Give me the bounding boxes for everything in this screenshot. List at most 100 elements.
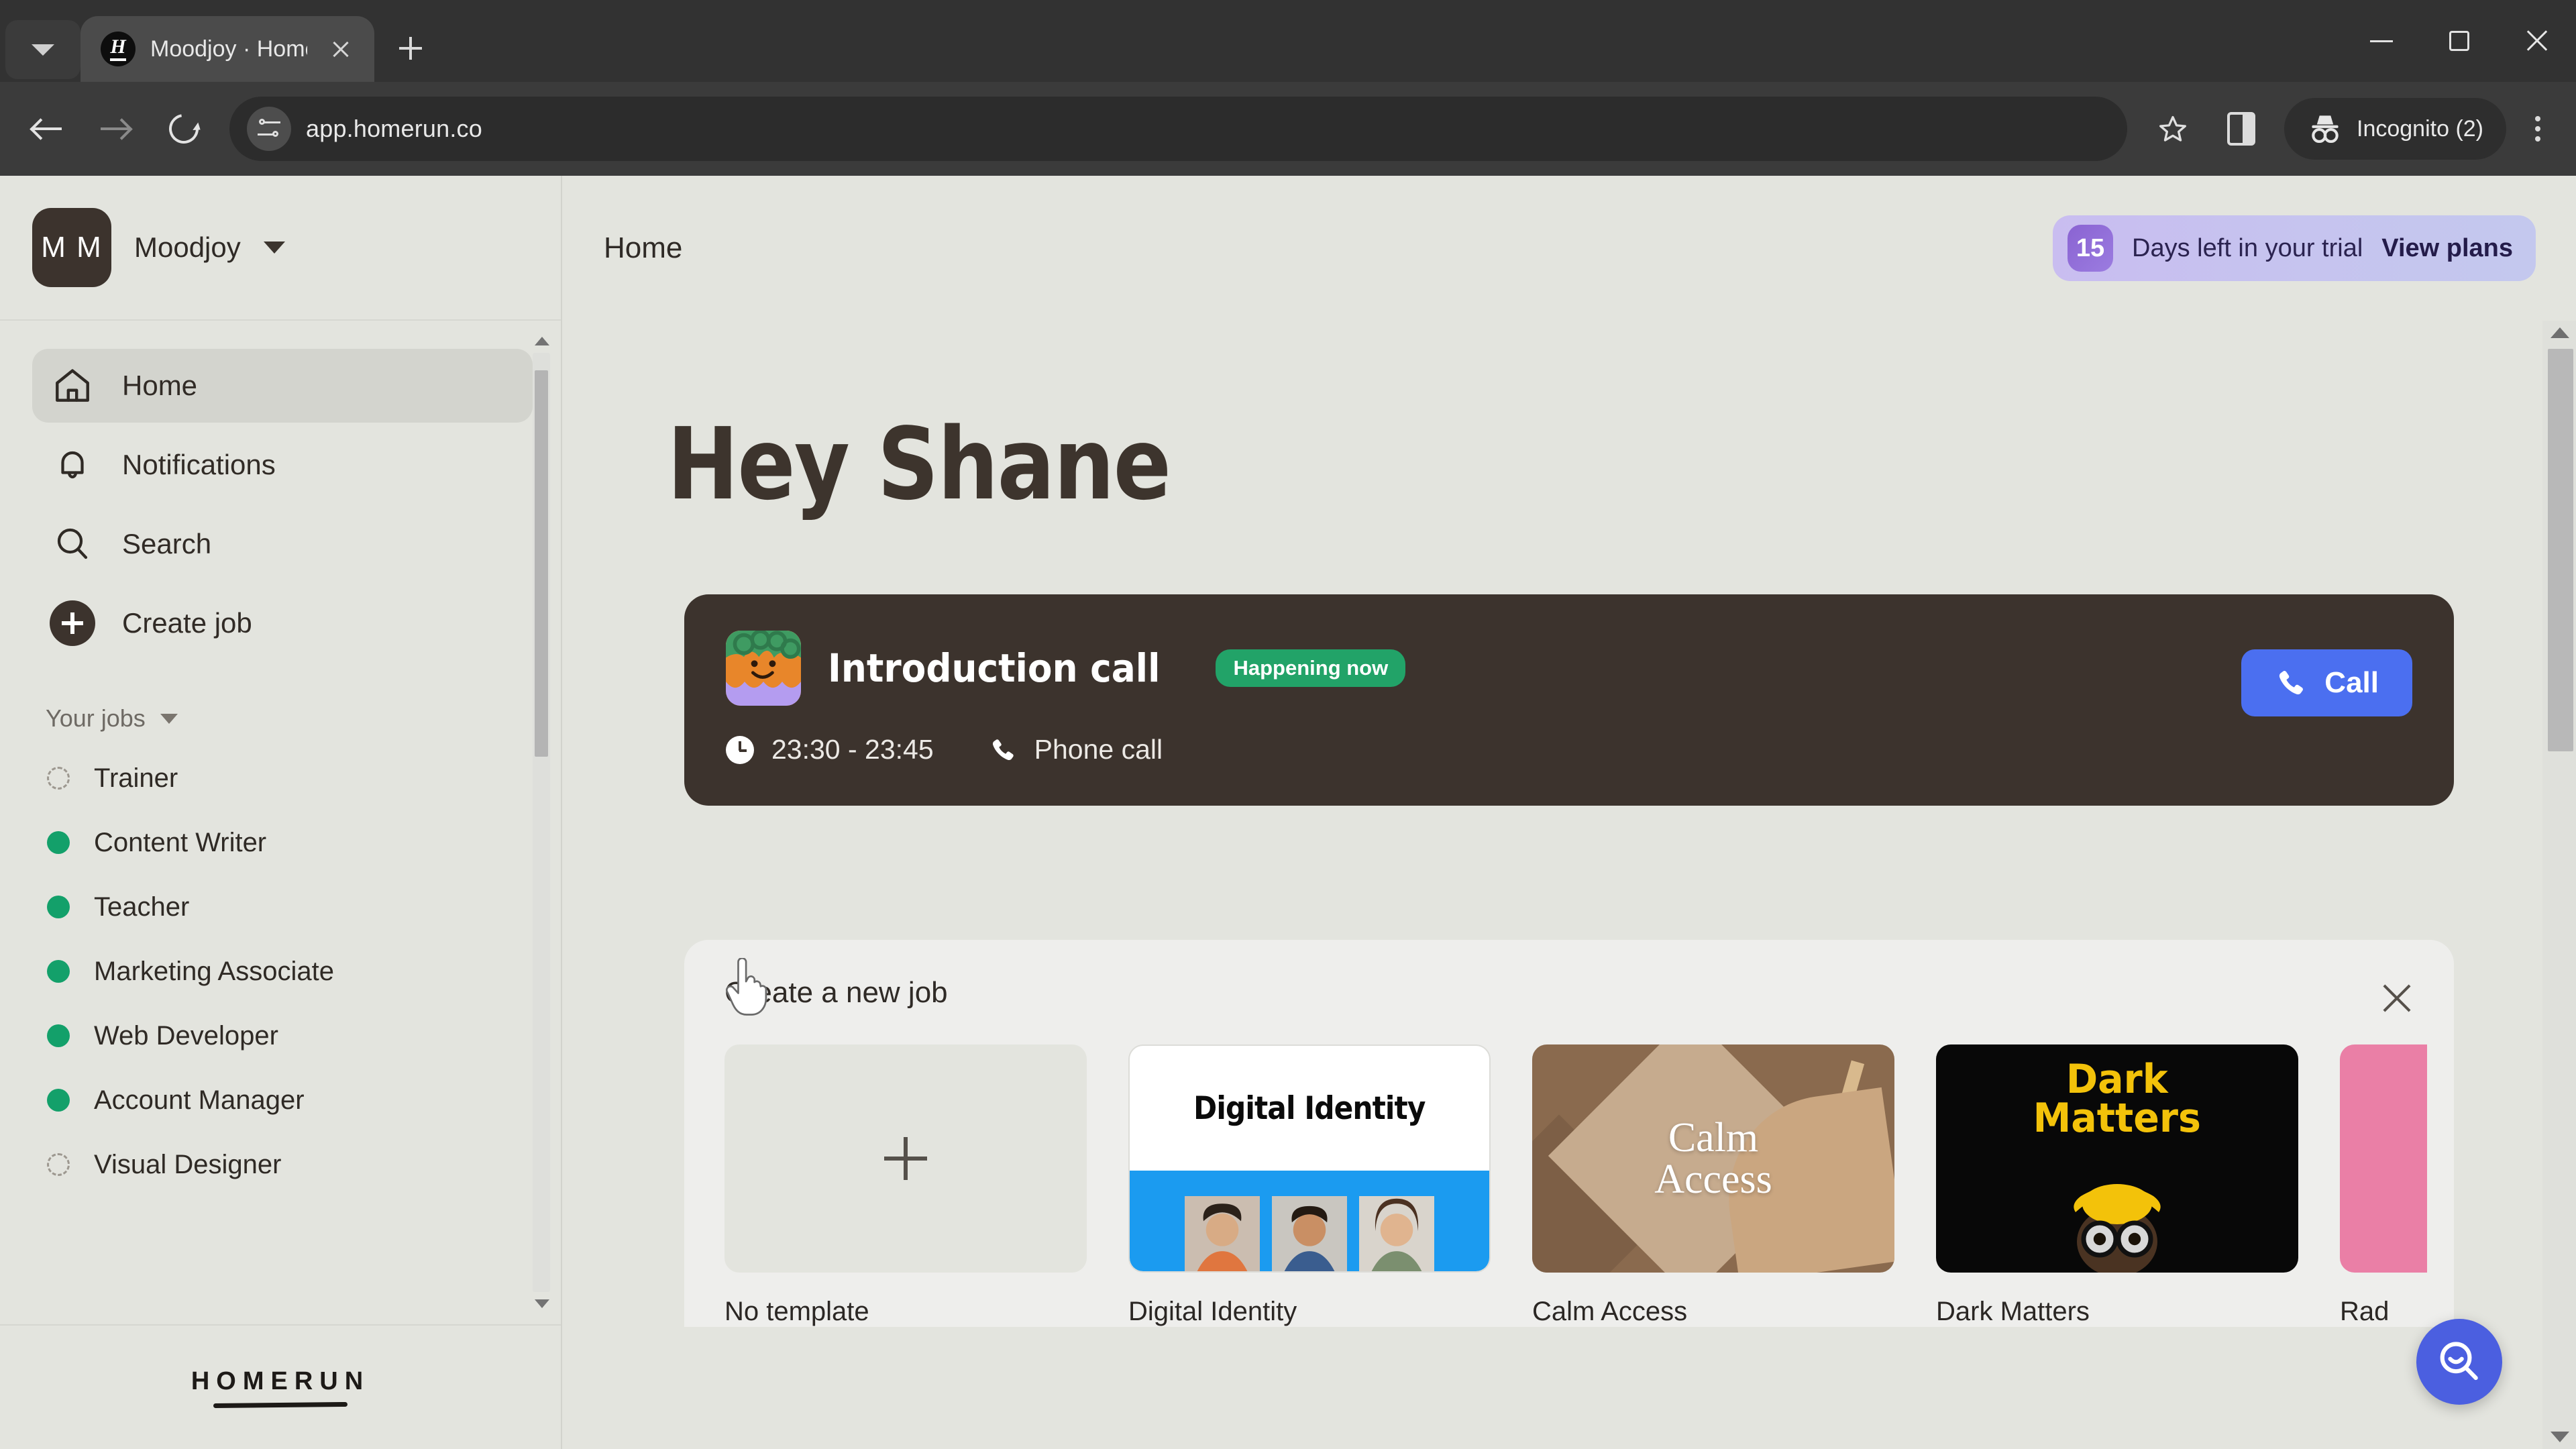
- scrollbar-thumb[interactable]: [2548, 349, 2573, 751]
- sidebar-job-visual-designer[interactable]: Visual Designer: [0, 1132, 561, 1197]
- browser-tab[interactable]: H Moodjoy · Homerun: [80, 16, 374, 82]
- template-card-calm-access[interactable]: Calm Access Calm Access: [1532, 1044, 1894, 1327]
- address-bar[interactable]: app.homerun.co: [229, 97, 2127, 161]
- job-label: Marketing Associate: [94, 956, 334, 986]
- org-switcher[interactable]: M M Moodjoy: [0, 176, 561, 321]
- call-card-details: Introduction call Happening now 23:30 - …: [726, 631, 2214, 765]
- status-dot-draft: [47, 1153, 70, 1176]
- sidebar-item-label: Notifications: [122, 449, 276, 480]
- sidebar-item-search[interactable]: Search: [32, 507, 533, 581]
- minimize-icon: [2370, 40, 2393, 42]
- call-time: 23:30 - 23:45: [771, 734, 934, 765]
- template-card-rad[interactable]: Rad: [2340, 1044, 2427, 1327]
- plus-icon: [884, 1137, 927, 1180]
- new-tab-button[interactable]: [385, 23, 436, 74]
- template-heading: Calm Access: [1654, 1115, 1772, 1202]
- favicon-letter: H: [110, 37, 126, 61]
- maximize-button[interactable]: [2420, 0, 2498, 82]
- help-search-button[interactable]: [2416, 1319, 2502, 1405]
- incognito-label: Incognito (2): [2357, 115, 2483, 142]
- template-card-digital-identity[interactable]: Digital Identity Digital Identity: [1128, 1044, 1491, 1327]
- phone-icon: [992, 739, 1014, 760]
- url-text: app.homerun.co: [306, 115, 482, 142]
- call-type: Phone call: [1034, 734, 1163, 765]
- clock-icon: [726, 735, 754, 764]
- greeting-heading: Hey Shane: [667, 407, 1171, 522]
- chevron-down-icon: [32, 44, 54, 56]
- tab-strip: H Moodjoy · Homerun: [0, 0, 2576, 82]
- bell-icon: [50, 442, 95, 488]
- bookmark-button[interactable]: [2141, 97, 2205, 161]
- close-icon: [2524, 28, 2551, 54]
- call-button[interactable]: Call: [2241, 649, 2412, 716]
- sidebar-item-label: Create job: [122, 607, 252, 639]
- sidebar-job-trainer[interactable]: Trainer: [0, 746, 561, 810]
- incognito-indicator[interactable]: Incognito (2): [2284, 98, 2506, 160]
- close-tab-button[interactable]: [322, 30, 360, 68]
- sliders-glyph: [258, 119, 280, 138]
- status-badge: Happening now: [1216, 649, 1406, 687]
- main-scrollbar[interactable]: [2542, 321, 2576, 1449]
- template-label: Calm Access: [1532, 1297, 1688, 1326]
- org-name: Moodjoy: [134, 231, 241, 263]
- sidebar-item-create-job[interactable]: Create job: [32, 586, 533, 660]
- status-dot-live: [47, 960, 70, 983]
- call-card-title-row: Introduction call Happening now: [726, 631, 2214, 706]
- close-icon: [331, 39, 351, 59]
- sidebar-item-label: Home: [122, 370, 198, 401]
- template-label: Rad: [2340, 1297, 2390, 1326]
- org-avatar: M M: [32, 208, 111, 287]
- status-dot-draft: [47, 767, 70, 790]
- sidebar-job-account-manager[interactable]: Account Manager: [0, 1068, 561, 1132]
- status-dot-live: [47, 1024, 70, 1047]
- window-controls: [2343, 0, 2576, 82]
- sidebar-job-marketing-associate[interactable]: Marketing Associate: [0, 939, 561, 1004]
- main-area: Home 15 Days left in your trial View pla…: [562, 176, 2576, 1449]
- sidebar: M M Moodjoy Home Notifications Search Cr…: [0, 176, 562, 1449]
- your-jobs-section-header[interactable]: Your jobs: [0, 665, 561, 746]
- scroll-up-arrow-icon[interactable]: [2551, 327, 2569, 338]
- template-card-dark-matters[interactable]: Dark Matters Dark Matters: [1936, 1044, 2298, 1327]
- template-heading: Dark Matters: [2033, 1056, 2202, 1142]
- side-panel-button[interactable]: [2209, 97, 2273, 161]
- template-heading: Digital Identity: [1193, 1089, 1426, 1127]
- chevron-down-icon: [263, 241, 285, 254]
- incognito-icon: [2312, 115, 2339, 144]
- search-smile-icon: [2440, 1342, 2478, 1381]
- close-panel-button[interactable]: [2376, 977, 2418, 1019]
- avatar: [1359, 1196, 1434, 1271]
- scrollbar-thumb[interactable]: [535, 370, 548, 757]
- avatar: [2074, 1184, 2161, 1273]
- sidebar-footer: HOMERUN: [0, 1324, 561, 1449]
- browser-menu-button[interactable]: [2514, 97, 2561, 161]
- reload-button[interactable]: [152, 97, 216, 161]
- sidebar-item-notifications[interactable]: Notifications: [32, 428, 533, 502]
- job-label: Account Manager: [94, 1085, 305, 1115]
- trial-text: Days left in your trial: [2132, 233, 2363, 262]
- forward-arrow-icon: [101, 115, 130, 142]
- back-button[interactable]: [15, 97, 79, 161]
- forward-button[interactable]: [83, 97, 148, 161]
- sidebar-job-web-developer[interactable]: Web Developer: [0, 1004, 561, 1068]
- sidebar-job-teacher[interactable]: Teacher: [0, 875, 561, 939]
- sidebar-job-content-writer[interactable]: Content Writer: [0, 810, 561, 875]
- scroll-down-arrow-icon[interactable]: [535, 1299, 549, 1308]
- sidebar-item-home[interactable]: Home: [32, 349, 533, 423]
- site-settings-icon[interactable]: [247, 107, 291, 151]
- close-window-button[interactable]: [2498, 0, 2576, 82]
- sidebar-scroll-area: Home Notifications Search Create job You…: [0, 321, 561, 1324]
- scroll-down-arrow-icon[interactable]: [2551, 1432, 2569, 1442]
- job-label: Web Developer: [94, 1020, 278, 1051]
- sidebar-scrollbar[interactable]: [533, 333, 550, 1312]
- content-scroll-area: Hey Shane Introduction call Happening no…: [562, 321, 2576, 1449]
- tab-search-button[interactable]: [5, 20, 80, 79]
- job-label: Content Writer: [94, 827, 267, 857]
- trial-banner[interactable]: 15 Days left in your trial View plans: [2053, 215, 2536, 281]
- plus-circle-icon: [50, 600, 95, 646]
- scroll-up-arrow-icon[interactable]: [535, 337, 549, 345]
- search-icon: [50, 521, 95, 567]
- template-card-no-template[interactable]: No template: [724, 1044, 1087, 1327]
- call-button-label: Call: [2324, 666, 2379, 699]
- view-plans-link[interactable]: View plans: [2381, 234, 2513, 263]
- minimize-button[interactable]: [2343, 0, 2420, 82]
